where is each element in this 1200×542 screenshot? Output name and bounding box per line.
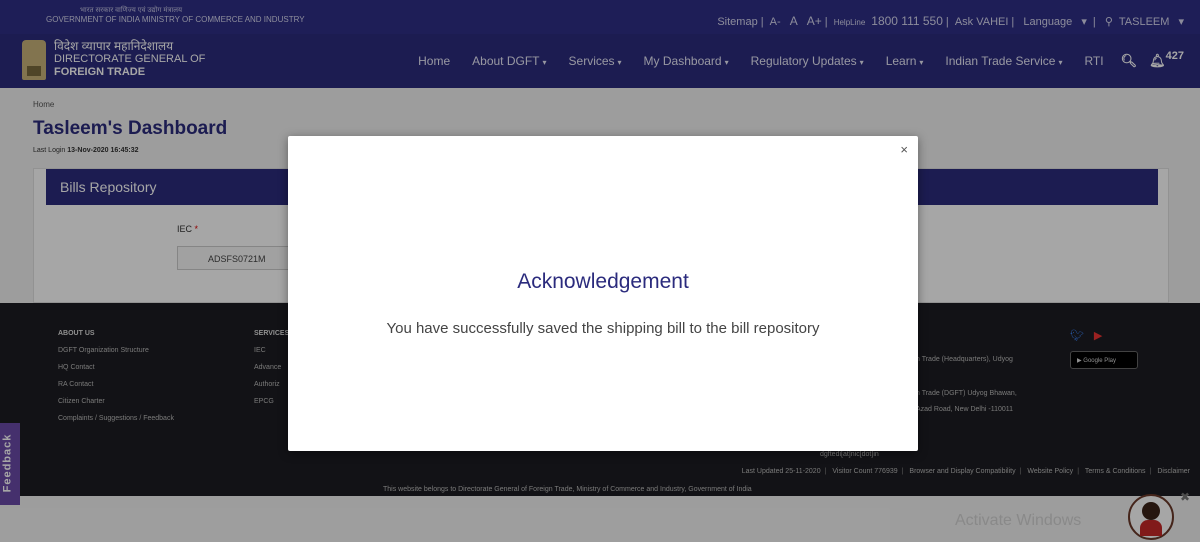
modal-message: You have successfully saved the shipping… [386,320,820,337]
modal-close-button[interactable]: × [900,142,908,157]
modal-title: Acknowledgement [517,270,689,293]
acknowledgement-modal: × Acknowledgement You have successfully … [288,136,918,451]
